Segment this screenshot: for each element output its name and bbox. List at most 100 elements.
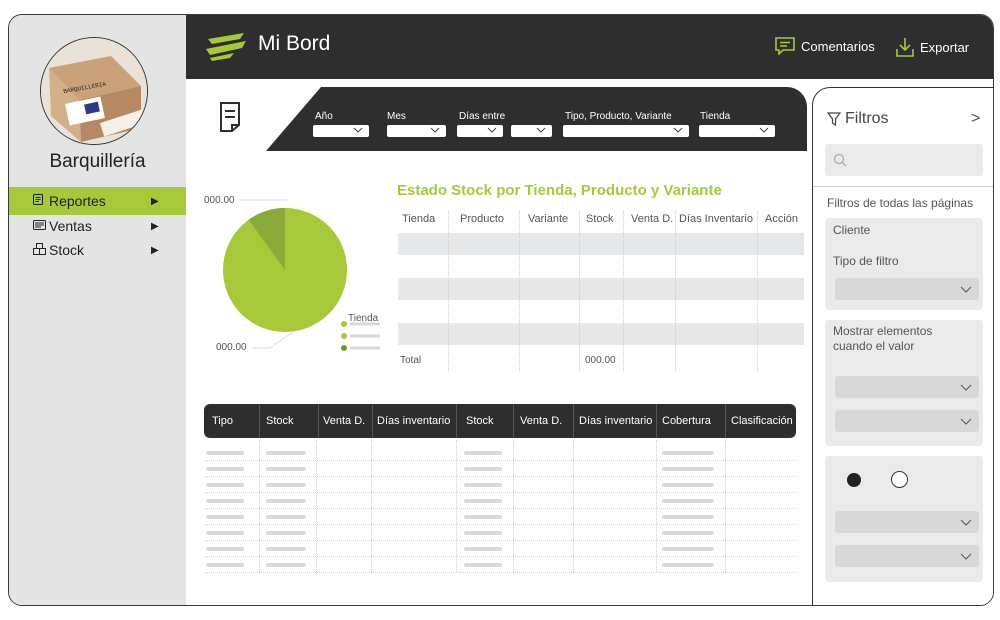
table-row[interactable]: [204, 492, 796, 493]
type-product-select[interactable]: [563, 125, 689, 137]
chevron-down-icon: [960, 418, 972, 425]
search-icon: [833, 153, 847, 167]
chevron-down-icon: [960, 286, 972, 293]
filter-icon: [826, 112, 842, 131]
placeholder-cell: [266, 467, 306, 471]
month-select[interactable]: [387, 125, 446, 137]
filter-bar: Año Mes Días entre Tipo, Producto, Varia…: [186, 87, 807, 151]
all-pages-label: Filtros de todas las páginas: [827, 196, 974, 210]
filter-label-mes: Mes: [387, 111, 406, 122]
chevron-right-icon: ▶: [151, 220, 159, 232]
total-label: Total: [400, 355, 422, 366]
column-header: Clasificación: [731, 415, 793, 427]
condition-select-2[interactable]: [835, 511, 979, 533]
export-button[interactable]: Exportar: [896, 37, 969, 57]
column-header: Tienda: [402, 213, 436, 225]
placeholder-cell: [464, 499, 502, 503]
logo-icon: [204, 31, 250, 66]
show-items-label-2: cuando el valor: [833, 339, 915, 353]
comments-button[interactable]: Comentarios: [775, 37, 875, 55]
sidebar-item-label: Ventas: [49, 218, 92, 234]
column-header: Tipo: [212, 415, 233, 427]
placeholder-cell: [464, 515, 502, 519]
placeholder-cell: [266, 499, 306, 503]
table-row[interactable]: [204, 540, 796, 541]
pie-bottom-label: 000.00: [216, 342, 247, 353]
placeholder-cell: [266, 451, 306, 455]
comments-label: Comentarios: [801, 38, 875, 54]
year-select[interactable]: [313, 125, 369, 137]
placeholder-cell: [266, 515, 306, 519]
column-header: Días inventario: [579, 415, 653, 427]
chevron-right-icon: ▶: [151, 244, 159, 256]
sidebar-item-stock[interactable]: Stock ▶: [9, 239, 186, 261]
column-header: Stock: [266, 415, 294, 427]
placeholder-cell: [206, 531, 244, 535]
table-row[interactable]: [204, 572, 796, 573]
show-items-label: Mostrar elementos: [833, 324, 933, 338]
value-select-2[interactable]: [835, 545, 979, 567]
column-header: Venta D.: [323, 415, 366, 427]
column-header: Cobertura: [662, 415, 711, 427]
condition-select[interactable]: [835, 376, 979, 398]
placeholder-cell: [464, 531, 502, 535]
table-row[interactable]: [398, 233, 804, 255]
bottom-table-header: Tipo Stock Venta D. Días inventario Stoc…: [204, 404, 796, 438]
column-header: Días Inventario: [679, 213, 753, 225]
chevron-down-icon: [759, 127, 769, 133]
app-title: Mi Bord: [258, 32, 331, 55]
table-row[interactable]: [204, 524, 796, 525]
chevron-down-icon: [536, 127, 546, 133]
chevron-right-icon: ▶: [151, 195, 159, 207]
chevron-down-icon: [673, 127, 683, 133]
store-select[interactable]: [699, 125, 775, 137]
days-to-select[interactable]: [511, 125, 552, 137]
placeholder-cell: [206, 547, 244, 551]
column-header: Variante: [528, 213, 569, 225]
table-row[interactable]: [204, 460, 796, 461]
placeholder-cell: [266, 563, 306, 567]
sidebar-item-label: Stock: [49, 242, 85, 258]
pie-legend-title: Tienda: [348, 313, 379, 324]
placeholder-cell: [206, 483, 244, 487]
stock-icon: [33, 242, 47, 258]
document-icon: [219, 101, 241, 138]
placeholder-cell: [662, 467, 714, 471]
filter-label-dias: Días entre: [459, 111, 506, 122]
chevron-down-icon: [960, 553, 972, 560]
pie-chart: 000.00 000.00 Tienda: [200, 187, 390, 377]
export-label: Exportar: [920, 39, 970, 55]
column-header: Venta D.: [631, 213, 674, 225]
value-select[interactable]: [835, 410, 979, 432]
filter-type-select[interactable]: [835, 278, 979, 300]
report-icon: [33, 194, 47, 208]
placeholder-cell: [662, 515, 714, 519]
placeholder-cell: [266, 531, 306, 535]
column-header: Producto: [460, 213, 505, 225]
table-row[interactable]: [204, 476, 796, 477]
client-label: Cliente: [833, 223, 871, 237]
table-row[interactable]: [398, 278, 804, 300]
sidebar-item-reportes[interactable]: Reportes ▶: [9, 187, 186, 215]
chevron-down-icon: [960, 519, 972, 526]
collapse-arrow-icon[interactable]: >: [971, 110, 980, 128]
days-from-select[interactable]: [457, 125, 503, 137]
placeholder-cell: [464, 451, 502, 455]
table-row[interactable]: [398, 323, 804, 345]
placeholder-cell: [206, 499, 244, 503]
table-row[interactable]: [204, 508, 796, 509]
placeholder-cell: [464, 467, 502, 471]
radio-and[interactable]: [847, 473, 861, 487]
table-row[interactable]: [204, 556, 796, 557]
column-header: Acción: [765, 213, 799, 225]
column-header: Stock: [466, 415, 494, 427]
brand-name: Barquillería: [49, 151, 146, 172]
chevron-down-icon: [353, 127, 363, 133]
filter-type-label: Tipo de filtro: [833, 254, 899, 268]
table-title: Estado Stock por Tienda, Producto y Vari…: [397, 182, 722, 199]
placeholder-cell: [464, 483, 502, 487]
sidebar-item-ventas[interactable]: Ventas ▶: [9, 215, 186, 237]
radio-or[interactable]: [891, 471, 908, 488]
filter-search-input[interactable]: [825, 144, 983, 176]
top-bar: Mi Bord Comentarios Exportar: [186, 15, 993, 79]
